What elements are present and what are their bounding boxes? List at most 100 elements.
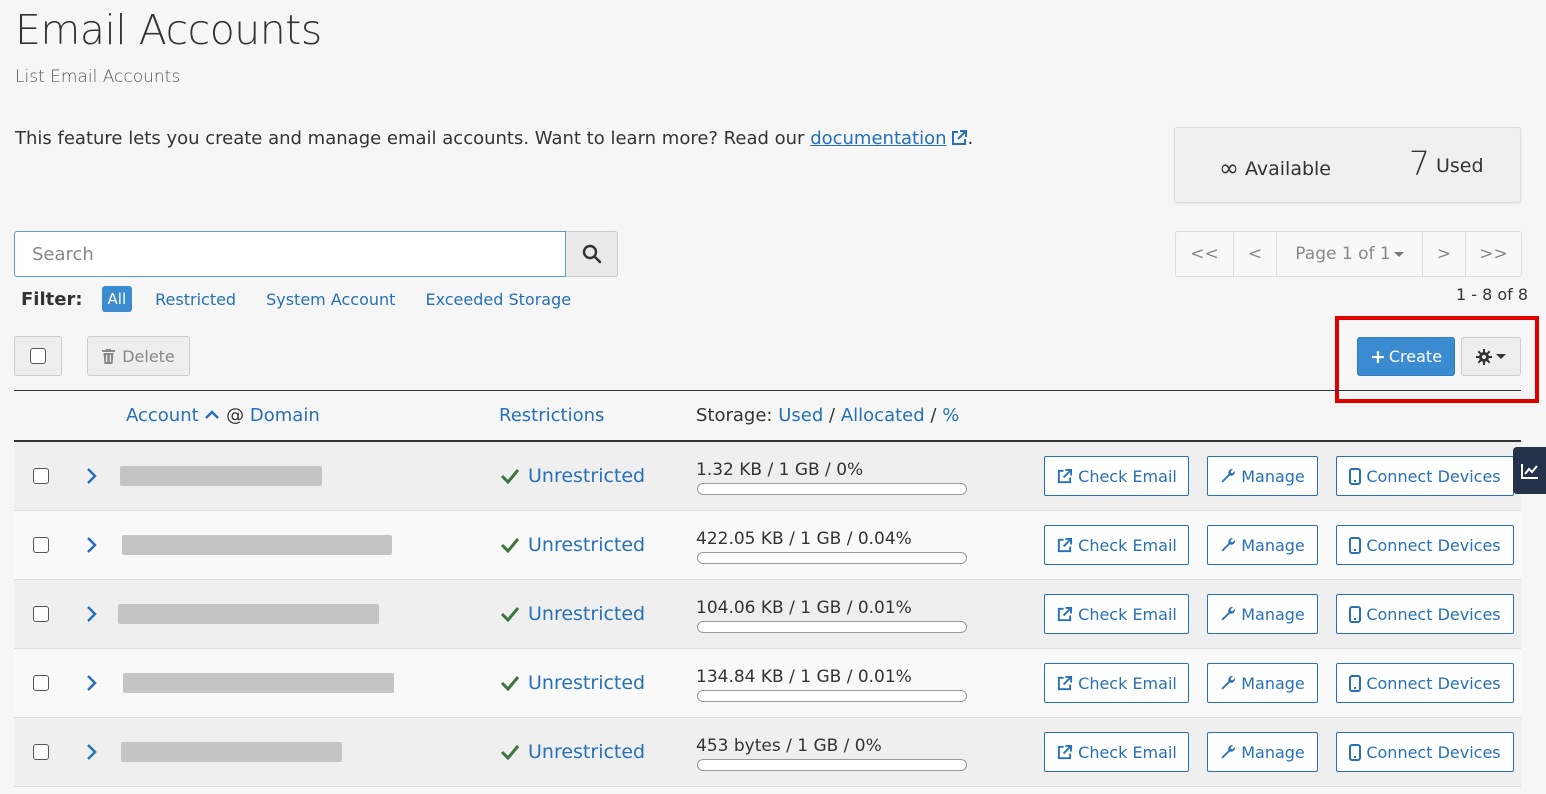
last-page-button[interactable]: >> <box>1465 232 1521 276</box>
chevron-right-icon[interactable] <box>85 742 99 762</box>
at-separator: @ <box>226 405 245 426</box>
connect-devices-label: Connect Devices <box>1366 604 1501 624</box>
chevron-right-icon[interactable] <box>85 604 99 624</box>
check-email-button[interactable]: Check Email <box>1044 663 1189 703</box>
available-stat: ∞ Available <box>1219 154 1331 182</box>
first-page-button[interactable]: << <box>1176 232 1233 276</box>
table-row: Unrestricted 422.05 KB / 1 GB / 0.04% Ch… <box>14 511 1521 580</box>
chevron-right-icon[interactable] <box>85 466 99 486</box>
intro-text-after: . <box>967 128 974 149</box>
mobile-icon <box>1349 605 1362 623</box>
domain-column-header[interactable]: Domain <box>250 405 320 426</box>
table-row: Unrestricted 1.32 KB / 1 GB / 0% Check E… <box>14 442 1521 511</box>
redacted-account-name <box>118 604 379 624</box>
connect-devices-label: Connect Devices <box>1366 673 1501 693</box>
documentation-link[interactable]: documentation <box>810 128 946 149</box>
connect-devices-label: Connect Devices <box>1366 742 1501 762</box>
restriction-label: Unrestricted <box>528 741 646 763</box>
infinity-symbol: ∞ <box>1219 154 1239 182</box>
check-email-button[interactable]: Check Email <box>1044 525 1189 565</box>
select-all-checkbox[interactable] <box>14 336 62 376</box>
intro-text-before: This feature lets you create and manage … <box>15 128 811 149</box>
mobile-icon <box>1349 674 1362 692</box>
restriction-status[interactable]: Unrestricted <box>500 741 645 763</box>
delete-button[interactable]: Delete <box>87 336 190 376</box>
manage-label: Manage <box>1241 742 1305 762</box>
restriction-label: Unrestricted <box>528 534 646 556</box>
search-icon <box>582 244 601 264</box>
sort-used-link[interactable]: Used <box>778 405 823 426</box>
table-top-rule <box>14 390 1521 391</box>
restriction-label: Unrestricted <box>528 465 646 487</box>
wrench-icon <box>1221 468 1236 483</box>
manage-button[interactable]: Manage <box>1207 525 1318 565</box>
check-email-label: Check Email <box>1078 466 1177 486</box>
connect-devices-label: Connect Devices <box>1366 535 1501 555</box>
search-input[interactable] <box>14 231 566 277</box>
manage-button[interactable]: Manage <box>1207 663 1318 703</box>
search-bar <box>14 231 618 277</box>
storage-progress-bar <box>697 552 967 564</box>
separator: / <box>829 405 836 426</box>
row-checkbox[interactable] <box>33 606 49 622</box>
restriction-status[interactable]: Unrestricted <box>500 534 645 556</box>
delete-label: Delete <box>122 346 175 366</box>
check-email-button[interactable]: Check Email <box>1044 594 1189 634</box>
manage-button[interactable]: Manage <box>1207 456 1318 496</box>
filter-exceeded-storage[interactable]: Exceeded Storage <box>425 290 571 309</box>
manage-button[interactable]: Manage <box>1207 594 1318 634</box>
restriction-status[interactable]: Unrestricted <box>500 672 645 694</box>
table-row: Unrestricted 453 bytes / 1 GB / 0% Check… <box>14 718 1521 787</box>
filter-label: Filter: <box>21 288 83 310</box>
external-link-icon[interactable] <box>950 129 968 147</box>
prev-page-button[interactable]: < <box>1233 232 1276 276</box>
account-column-header[interactable]: Account <box>126 405 199 426</box>
connect-devices-button[interactable]: Connect Devices <box>1336 525 1514 565</box>
storage-column-header: Storage: Used / Allocated / % <box>696 405 959 426</box>
mobile-icon <box>1349 743 1362 761</box>
next-page-button[interactable]: > <box>1422 232 1465 276</box>
chart-icon <box>1520 463 1538 479</box>
chevron-right-icon[interactable] <box>85 535 99 555</box>
filter-system-account[interactable]: System Account <box>266 290 395 309</box>
connect-devices-button[interactable]: Connect Devices <box>1336 663 1514 703</box>
check-icon <box>500 745 520 760</box>
connect-devices-button[interactable]: Connect Devices <box>1336 732 1514 772</box>
chevron-right-icon[interactable] <box>85 673 99 693</box>
connect-devices-button[interactable]: Connect Devices <box>1336 594 1514 634</box>
check-email-button[interactable]: Check Email <box>1044 732 1189 772</box>
used-label: Used <box>1436 155 1484 177</box>
gear-icon <box>1476 348 1492 365</box>
row-checkbox[interactable] <box>33 675 49 691</box>
checkbox[interactable] <box>30 348 46 364</box>
check-icon <box>500 676 520 691</box>
connect-devices-label: Connect Devices <box>1366 466 1501 486</box>
check-icon <box>500 607 520 622</box>
search-button[interactable] <box>566 231 618 277</box>
settings-dropdown-button[interactable] <box>1461 337 1521 376</box>
page-label: Page 1 of 1 <box>1295 244 1391 264</box>
create-button[interactable]: + Create <box>1357 337 1455 376</box>
filter-all[interactable]: All <box>101 286 133 312</box>
manage-button[interactable]: Manage <box>1207 732 1318 772</box>
filter-restricted[interactable]: Restricted <box>155 290 236 309</box>
check-email-button[interactable]: Check Email <box>1044 456 1189 496</box>
row-checkbox[interactable] <box>33 744 49 760</box>
sort-percent-link[interactable]: % <box>942 405 959 426</box>
sort-ascending-icon[interactable] <box>204 408 220 420</box>
wrench-icon <box>1221 606 1236 621</box>
account-domain-header: Account @ Domain <box>126 405 320 426</box>
table-header: Account @ Domain Restrictions Storage: U… <box>14 395 1521 441</box>
row-checkbox[interactable] <box>33 537 49 553</box>
row-checkbox[interactable] <box>33 468 49 484</box>
restriction-status[interactable]: Unrestricted <box>500 603 645 625</box>
wrench-icon <box>1221 675 1236 690</box>
stats-side-tab[interactable] <box>1513 447 1546 494</box>
mobile-icon <box>1349 536 1362 554</box>
connect-devices-button[interactable]: Connect Devices <box>1336 456 1514 496</box>
sort-allocated-link[interactable]: Allocated <box>841 405 925 426</box>
page-select[interactable]: Page 1 of 1 <box>1276 232 1422 276</box>
storage-progress-bar <box>697 621 967 633</box>
restriction-status[interactable]: Unrestricted <box>500 465 645 487</box>
restrictions-column-header[interactable]: Restrictions <box>499 405 604 426</box>
